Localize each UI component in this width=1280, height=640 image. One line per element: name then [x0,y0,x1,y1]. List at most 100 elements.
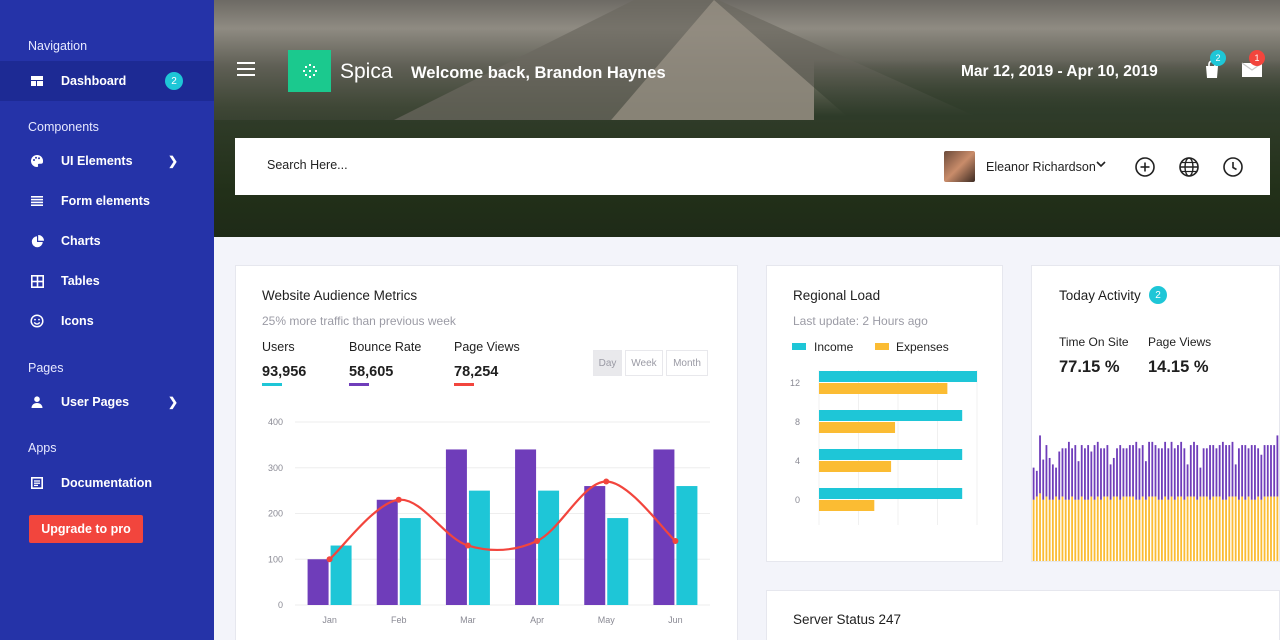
activity-bar-yellow [1087,499,1090,561]
activity-bar-purple [1177,445,1179,497]
dashboard-icon [30,74,44,88]
activity-bar-yellow [1138,499,1141,561]
activity-bar-purple [1170,441,1173,497]
sidebar-item-dashboard[interactable]: Dashboard 2 [0,61,214,101]
page-views-value: 78,254 [454,364,499,380]
activity-bar-yellow [1167,499,1170,561]
activity-bar-purple [1116,448,1118,497]
activity-bar-purple [1144,461,1147,500]
add-circle-icon[interactable] [1134,156,1156,178]
menu-toggle-icon[interactable] [237,62,255,76]
activity-bar-purple [1125,448,1128,497]
activity-bar-purple [1074,445,1077,500]
brand-name[interactable]: Spica [340,60,393,84]
activity-bar-purple [1173,448,1176,500]
activity-bar-purple [1122,448,1125,497]
bounce-rate-indicator [349,383,369,386]
bar-teal [399,518,421,605]
activity-bar-yellow [1093,499,1096,561]
activity-bar-purple [1241,445,1244,497]
users-value: 93,956 [262,364,307,380]
activity-bar-yellow [1042,499,1045,561]
range-month-button[interactable]: Month [666,350,708,376]
activity-bar-yellow [1077,499,1080,561]
activity-bar-purple [1263,445,1266,497]
activity-bar-yellow [1173,499,1176,561]
user-name[interactable]: Eleanor Richardson [986,160,1096,174]
activity-bar-yellow [1189,496,1192,561]
range-week-button[interactable]: Week [625,350,663,376]
bar-teal [607,518,629,605]
activity-bar-purple [1164,441,1167,497]
date-range[interactable]: Mar 12, 2019 - Apr 10, 2019 [961,63,1158,81]
sidebar-item-charts[interactable]: Charts [0,221,214,261]
avatar[interactable] [944,151,975,182]
activity-bar-purple [1250,445,1253,500]
bar-purple [584,486,606,605]
activity-bar-purple [1186,464,1189,497]
activity-bar-yellow [1250,499,1253,561]
activity-bar-purple [1119,445,1122,500]
chevron-down-icon[interactable] [1095,158,1107,173]
activity-bar-purple [1183,448,1186,500]
globe-icon[interactable] [1178,156,1200,178]
bounce-rate-value: 58,605 [349,364,394,380]
range-day-button[interactable]: Day [593,350,622,376]
activity-bar-yellow [1055,496,1057,561]
sidebar-item-form-elements[interactable]: Form elements [0,181,214,221]
bar-purple [307,559,329,605]
activity-bar-purple [1128,445,1131,497]
spica-logo-icon[interactable] [288,50,331,92]
smiley-icon [30,314,44,328]
activity-bar-purple [1061,448,1064,497]
activity-bar-purple [1138,448,1141,500]
x-tick-label: Apr [530,615,544,625]
clock-icon[interactable] [1222,156,1244,178]
activity-bar-purple [1112,457,1115,497]
activity-bar-yellow [1035,496,1038,561]
activity-bar-yellow [1215,496,1218,561]
activity-bar-yellow [1177,496,1179,561]
sidebar-item-ui-elements[interactable]: UI Elements ❯ [0,141,214,181]
activity-bar-purple [1225,445,1227,500]
activity-bar-yellow [1276,496,1279,561]
pie-chart-icon [30,234,44,248]
sidebar-item-tables[interactable]: Tables [0,261,214,301]
activity-bar-yellow [1228,496,1231,561]
sidebar-item-label: Tables [61,274,100,288]
activity-bar-purple [1103,448,1106,497]
legend-expenses-label: Expenses [896,340,949,354]
activity-bar-yellow [1144,499,1147,561]
activity-bar-purple [1273,445,1276,497]
activity-bar-yellow [1119,499,1122,561]
activity-bar-purple [1067,441,1070,500]
activity-bar-purple [1244,445,1247,500]
regional-title: Regional Load [793,288,881,303]
sidebar-item-documentation[interactable]: Documentation [0,463,214,503]
activity-bar-purple [1215,448,1218,497]
bar-income [819,449,963,460]
activity-bar-purple [1080,445,1083,497]
regional-subtitle: Last update: 2 Hours ago [793,314,928,328]
activity-bar-purple [1096,441,1099,497]
audience-title: Website Audience Metrics [262,288,418,303]
activity-bar-purple [1205,448,1208,497]
activity-bar-yellow [1237,499,1240,561]
activity-bar-purple [1071,448,1074,497]
activity-bar-yellow [1212,496,1215,561]
activity-bar-yellow [1048,499,1051,561]
activity-bar-yellow [1186,496,1189,561]
activity-bar-purple [1180,441,1183,497]
activity-bar-yellow [1103,496,1106,561]
activity-bar-yellow [1180,496,1183,561]
sidebar-item-icons[interactable]: Icons [0,301,214,341]
activity-bar-purple [1189,445,1192,497]
time-on-site-label: Time On Site [1059,335,1129,349]
x-tick-label: Feb [391,615,407,625]
sidebar-item-user-pages[interactable]: User Pages ❯ [0,382,214,422]
activity-bar-yellow [1125,496,1128,561]
upgrade-to-pro-button[interactable]: Upgrade to pro [29,515,143,543]
search-input[interactable] [267,158,567,172]
activity-bar-purple [1202,448,1205,497]
sidebar-heading-components: Components [28,120,99,134]
